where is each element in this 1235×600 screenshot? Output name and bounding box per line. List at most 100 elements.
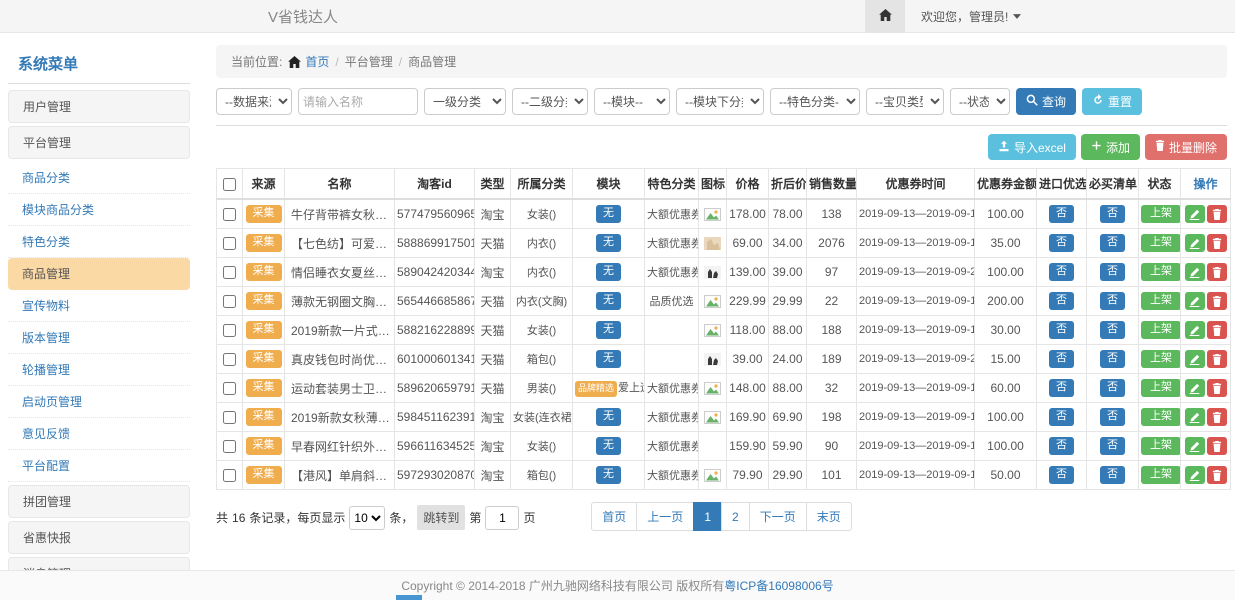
delete-button[interactable] — [1207, 321, 1227, 339]
row-checkbox[interactable] — [223, 353, 236, 366]
sidebar-group-item[interactable]: 消息管理 — [8, 557, 190, 570]
status-button[interactable]: 上架 — [1141, 437, 1181, 455]
select-all-checkbox[interactable] — [223, 178, 236, 191]
must-buy-toggle[interactable]: 否 — [1100, 234, 1125, 252]
must-buy-toggle[interactable]: 否 — [1100, 292, 1125, 310]
edit-button[interactable] — [1185, 205, 1205, 223]
sidebar-sub-item[interactable]: 版本管理 — [8, 322, 190, 354]
row-checkbox[interactable] — [223, 266, 236, 279]
sidebar-group-item[interactable]: 省惠快报 — [8, 521, 190, 554]
edit-button[interactable] — [1185, 379, 1205, 397]
status-button[interactable]: 上架 — [1141, 234, 1181, 252]
page-button[interactable]: 末页 — [806, 502, 852, 531]
row-checkbox[interactable] — [223, 382, 236, 395]
sidebar-group-item[interactable]: 用户管理 — [8, 90, 190, 123]
module-badge[interactable]: 无 — [596, 234, 621, 252]
status-button[interactable]: 上架 — [1141, 379, 1181, 397]
module-badge[interactable]: 无 — [596, 292, 621, 310]
jump-page-input[interactable] — [485, 506, 519, 530]
filter-status[interactable]: --状态-- — [950, 88, 1010, 115]
must-buy-toggle[interactable]: 否 — [1100, 437, 1125, 455]
sidebar-group-item[interactable]: 平台管理 — [8, 126, 190, 159]
must-buy-toggle[interactable]: 否 — [1100, 263, 1125, 281]
must-buy-toggle[interactable]: 否 — [1100, 379, 1125, 397]
sidebar-sub-item[interactable]: 模块商品分类 — [8, 194, 190, 226]
status-button[interactable]: 上架 — [1141, 205, 1181, 223]
status-button[interactable]: 上架 — [1141, 263, 1181, 281]
delete-button[interactable] — [1207, 466, 1227, 484]
module-badge[interactable]: 无 — [596, 408, 621, 426]
module-badge[interactable]: 无 — [596, 205, 621, 223]
delete-button[interactable] — [1207, 292, 1227, 310]
delete-button[interactable] — [1207, 263, 1227, 281]
search-button[interactable]: 查询 — [1016, 88, 1076, 115]
module-badge[interactable]: 无 — [596, 321, 621, 339]
row-checkbox[interactable] — [223, 469, 236, 482]
import-select-toggle[interactable]: 否 — [1049, 437, 1074, 455]
row-checkbox[interactable] — [223, 237, 236, 250]
breadcrumb-home-link[interactable]: 首页 — [288, 53, 329, 70]
filter-module-sub[interactable]: --模块下分类-- — [676, 88, 764, 115]
sidebar-sub-item[interactable]: 轮播管理 — [8, 354, 190, 386]
status-button[interactable]: 上架 — [1141, 350, 1181, 368]
filter-module[interactable]: --模块-- — [594, 88, 670, 115]
filter-category1[interactable]: 一级分类 — [424, 88, 506, 115]
sidebar-group-item[interactable]: 拼团管理 — [8, 485, 190, 518]
home-button[interactable] — [865, 0, 905, 33]
module-badge[interactable]: 无 — [596, 350, 621, 368]
import-select-toggle[interactable]: 否 — [1049, 292, 1074, 310]
must-buy-toggle[interactable]: 否 — [1100, 408, 1125, 426]
edit-button[interactable] — [1185, 234, 1205, 252]
filter-name-input[interactable] — [298, 88, 418, 115]
import-select-toggle[interactable]: 否 — [1049, 234, 1074, 252]
module-badge[interactable]: 无 — [596, 263, 621, 281]
edit-button[interactable] — [1185, 292, 1205, 310]
must-buy-toggle[interactable]: 否 — [1100, 321, 1125, 339]
import-excel-button[interactable]: 导入excel — [988, 134, 1076, 160]
page-button[interactable]: 上一页 — [636, 502, 694, 531]
sidebar-sub-item[interactable]: 宣传物料 — [8, 290, 190, 322]
import-select-toggle[interactable]: 否 — [1049, 408, 1074, 426]
import-select-toggle[interactable]: 否 — [1049, 205, 1074, 223]
filter-feature[interactable]: --特色分类-- — [770, 88, 860, 115]
status-button[interactable]: 上架 — [1141, 321, 1181, 339]
import-select-toggle[interactable]: 否 — [1049, 466, 1074, 484]
module-badge[interactable]: 无 — [596, 466, 621, 484]
must-buy-toggle[interactable]: 否 — [1100, 350, 1125, 368]
user-menu[interactable]: 欢迎您，管理员! — [905, 8, 1037, 25]
import-select-toggle[interactable]: 否 — [1049, 379, 1074, 397]
import-select-toggle[interactable]: 否 — [1049, 350, 1074, 368]
row-checkbox[interactable] — [223, 324, 236, 337]
row-checkbox[interactable] — [223, 295, 236, 308]
sidebar-sub-item[interactable]: 商品分类 — [8, 162, 190, 194]
edit-button[interactable] — [1185, 408, 1205, 426]
page-button[interactable]: 下一页 — [749, 502, 807, 531]
row-checkbox[interactable] — [223, 411, 236, 424]
edit-button[interactable] — [1185, 466, 1205, 484]
edit-button[interactable] — [1185, 321, 1205, 339]
filter-item-type[interactable]: --宝贝类型-- — [866, 88, 944, 115]
page-size-select[interactable]: 10 — [349, 506, 385, 530]
edit-button[interactable] — [1185, 263, 1205, 281]
sidebar-sub-item[interactable]: 意见反馈 — [8, 418, 190, 450]
jump-button[interactable]: 跳转到 — [417, 505, 465, 530]
row-checkbox[interactable] — [223, 440, 236, 453]
sidebar-sub-item[interactable]: 平台配置 — [8, 450, 190, 482]
edit-button[interactable] — [1185, 437, 1205, 455]
sidebar-sub-item[interactable]: 特色分类 — [8, 226, 190, 258]
status-button[interactable]: 上架 — [1141, 292, 1181, 310]
row-checkbox[interactable] — [223, 208, 236, 221]
page-button[interactable]: 1 — [693, 502, 722, 531]
sidebar-sub-item[interactable]: 启动页管理 — [8, 386, 190, 418]
add-button[interactable]: 添加 — [1081, 134, 1140, 160]
filter-data-source[interactable]: --数据来源-- — [216, 88, 292, 115]
delete-button[interactable] — [1207, 205, 1227, 223]
batch-delete-button[interactable]: 批量删除 — [1145, 134, 1227, 160]
delete-button[interactable] — [1207, 350, 1227, 368]
page-button[interactable]: 首页 — [591, 502, 637, 531]
module-badge[interactable]: 品牌精选 — [575, 381, 617, 396]
sidebar-sub-item[interactable]: 商品管理 — [8, 258, 190, 290]
reset-button[interactable]: 重置 — [1082, 88, 1142, 115]
delete-button[interactable] — [1207, 234, 1227, 252]
status-button[interactable]: 上架 — [1141, 466, 1181, 484]
